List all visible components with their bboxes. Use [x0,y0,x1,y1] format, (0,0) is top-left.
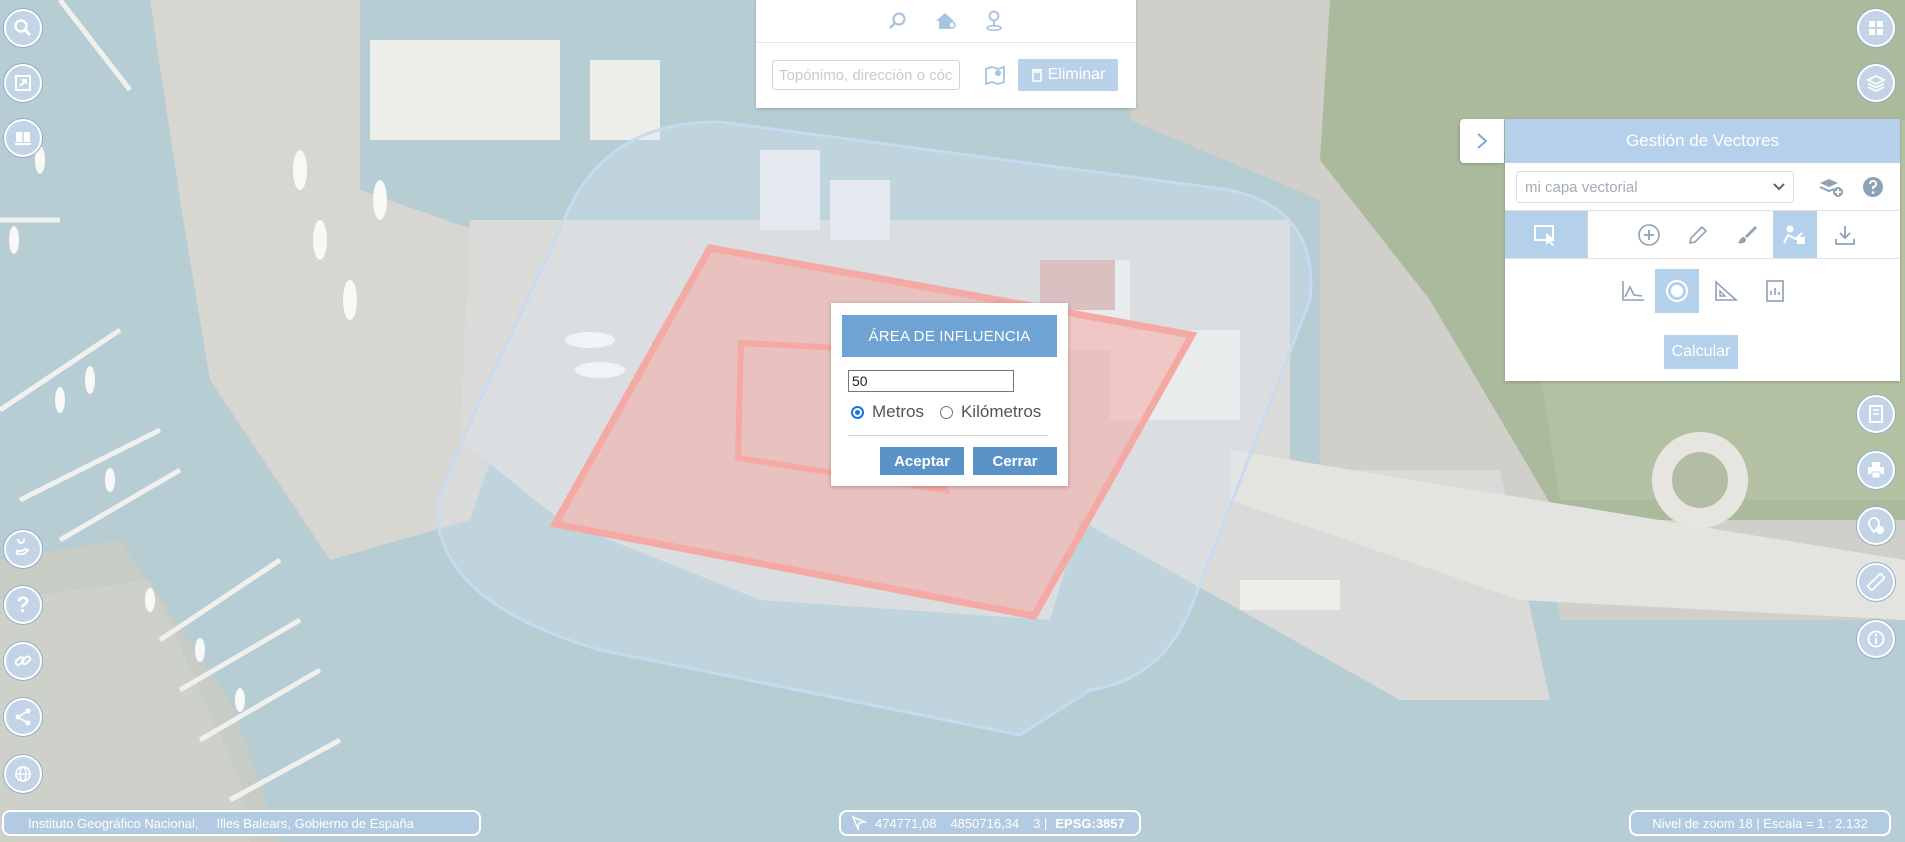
accept-button[interactable]: Aceptar [880,447,964,475]
search-mode-icons [756,8,1136,38]
globe-icon[interactable] [4,755,42,793]
search-input[interactable] [772,60,960,90]
kilometers-radio[interactable] [939,405,953,419]
grid-icon[interactable] [1857,9,1895,47]
info-icon[interactable] [1857,620,1895,658]
calculate-button[interactable]: Calcular [1664,335,1738,369]
layer-select[interactable]: mi capa vectorial [1516,171,1794,203]
coordinate-y: 4850716,34 [950,815,1020,831]
link-icon[interactable] [4,642,42,680]
panel-title: Gestión de Vectores [1505,119,1900,163]
help-circle-icon[interactable] [1861,175,1885,199]
edit-tool[interactable] [1676,211,1720,258]
distance-input[interactable] [848,370,1014,392]
location-pin-icon[interactable] [981,8,1007,34]
analysis-tool[interactable] [1773,211,1817,258]
zoom-icon[interactable] [4,9,42,47]
cursor-icon [851,815,867,831]
delete-label: Eliminar [1047,66,1106,83]
location-info-icon[interactable] [1857,507,1895,545]
kilometers-label: Kilómetros [960,402,1042,421]
profile-chart-icon [1622,281,1644,301]
dialog-title: ÁREA DE INFLUENCIA [842,315,1057,357]
coordinate-zone: 3 | [1033,815,1048,831]
search-panel: Eliminar [756,0,1136,108]
close-button[interactable]: Cerrar [973,447,1057,475]
hand-icon[interactable] [4,530,42,568]
select-tool[interactable] [1505,211,1588,258]
meters-radio[interactable] [851,405,864,419]
attribution-bar: Instituto Geográfico Nacional, Illes Bal… [2,810,481,836]
attribution-source-1[interactable]: Instituto Geográfico Nacional, [28,816,199,831]
help-glyph: ? [16,592,30,617]
zoom-search-icon[interactable] [885,8,911,34]
map-search-icon[interactable] [982,62,1008,88]
trash-icon [1031,69,1042,82]
pencil-icon [1688,225,1708,244]
measure-tool[interactable] [1704,269,1748,313]
map-book-icon[interactable] [1857,395,1895,433]
extent-icon[interactable] [4,64,42,102]
home-search-icon[interactable] [933,8,959,34]
share-icon[interactable] [4,698,42,736]
layer-select-value: mi capa vectorial [1525,178,1638,196]
coordinate-x: 474771,08 [875,815,937,831]
ruler-icon[interactable] [1857,563,1895,601]
subtool-row [1505,269,1900,313]
vector-management-panel: Gestión de Vectores mi capa vectorial Ca… [1505,119,1900,381]
profile-tool[interactable] [1611,269,1655,313]
unit-selector: Metros Kilómetros [851,401,1061,423]
dialog-divider [848,435,1048,436]
analysis-icon [1783,225,1805,244]
style-tool[interactable] [1725,211,1769,258]
influence-area-dialog: ÁREA DE INFLUENCIA Metros Kilómetros Ace… [831,303,1068,486]
crs-selector[interactable]: EPSG:3857 [1055,816,1124,831]
book-icon[interactable] [4,119,42,157]
add-layer-icon[interactable] [1817,174,1845,202]
coordinates-bar: 474771,08 4850716,34 3 | EPSG:3857 [839,810,1141,836]
chevron-right-icon [1477,133,1488,149]
delete-button[interactable]: Eliminar [1018,59,1118,91]
add-tool[interactable] [1627,211,1671,258]
download-tool[interactable] [1823,211,1867,258]
download-icon [1835,225,1855,245]
select-feature-icon [1534,224,1555,246]
buffer-ring-icon [1666,280,1688,302]
report-tool[interactable] [1753,269,1797,313]
tool-row [1505,210,1900,259]
layers-icon[interactable] [1857,64,1895,102]
add-circle-icon [1638,223,1660,246]
attribution-source-2[interactable]: Illes Balears, Gobierno de España [217,816,414,831]
print-icon[interactable] [1857,451,1895,489]
meters-label: Metros [872,402,924,421]
brush-icon [1738,225,1757,243]
scale-bar: Nivel de zoom 18 | Escala = 1 : 2.132 [1629,810,1891,836]
document-icon [1766,280,1784,302]
help-icon[interactable]: ? [4,586,42,624]
buffer-tool[interactable] [1655,269,1699,313]
collapse-panel-button[interactable] [1460,119,1504,163]
set-square-icon [1715,280,1739,301]
zoom-scale-text: Nivel de zoom 18 | Escala = 1 : 2.132 [1652,815,1868,831]
layer-select-row: mi capa vectorial [1505,169,1900,209]
chevron-down-icon [1773,183,1785,191]
search-divider [756,42,1136,43]
